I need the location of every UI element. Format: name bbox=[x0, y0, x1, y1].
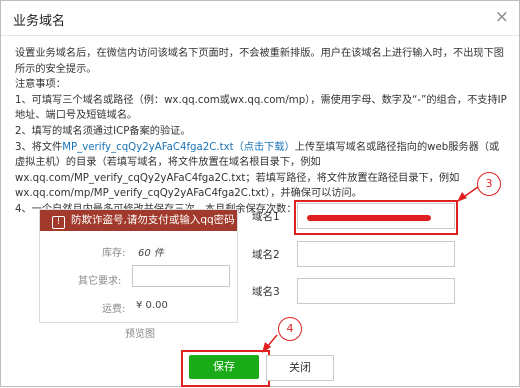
save-button[interactable]: 保存 bbox=[189, 355, 259, 379]
business-domain-dialog: 业务域名 × 设置业务域名后，在微信内访问该域名下页面时，不会被重新排版。用户在… bbox=[0, 0, 520, 387]
arrow-3-line bbox=[464, 186, 479, 197]
callout-4: 4 bbox=[278, 317, 302, 341]
annotation-arrows bbox=[262, 186, 479, 353]
callout-3: 3 bbox=[477, 172, 501, 196]
close-button[interactable]: 关闭 bbox=[266, 355, 334, 381]
arrow-3-head bbox=[457, 192, 467, 202]
